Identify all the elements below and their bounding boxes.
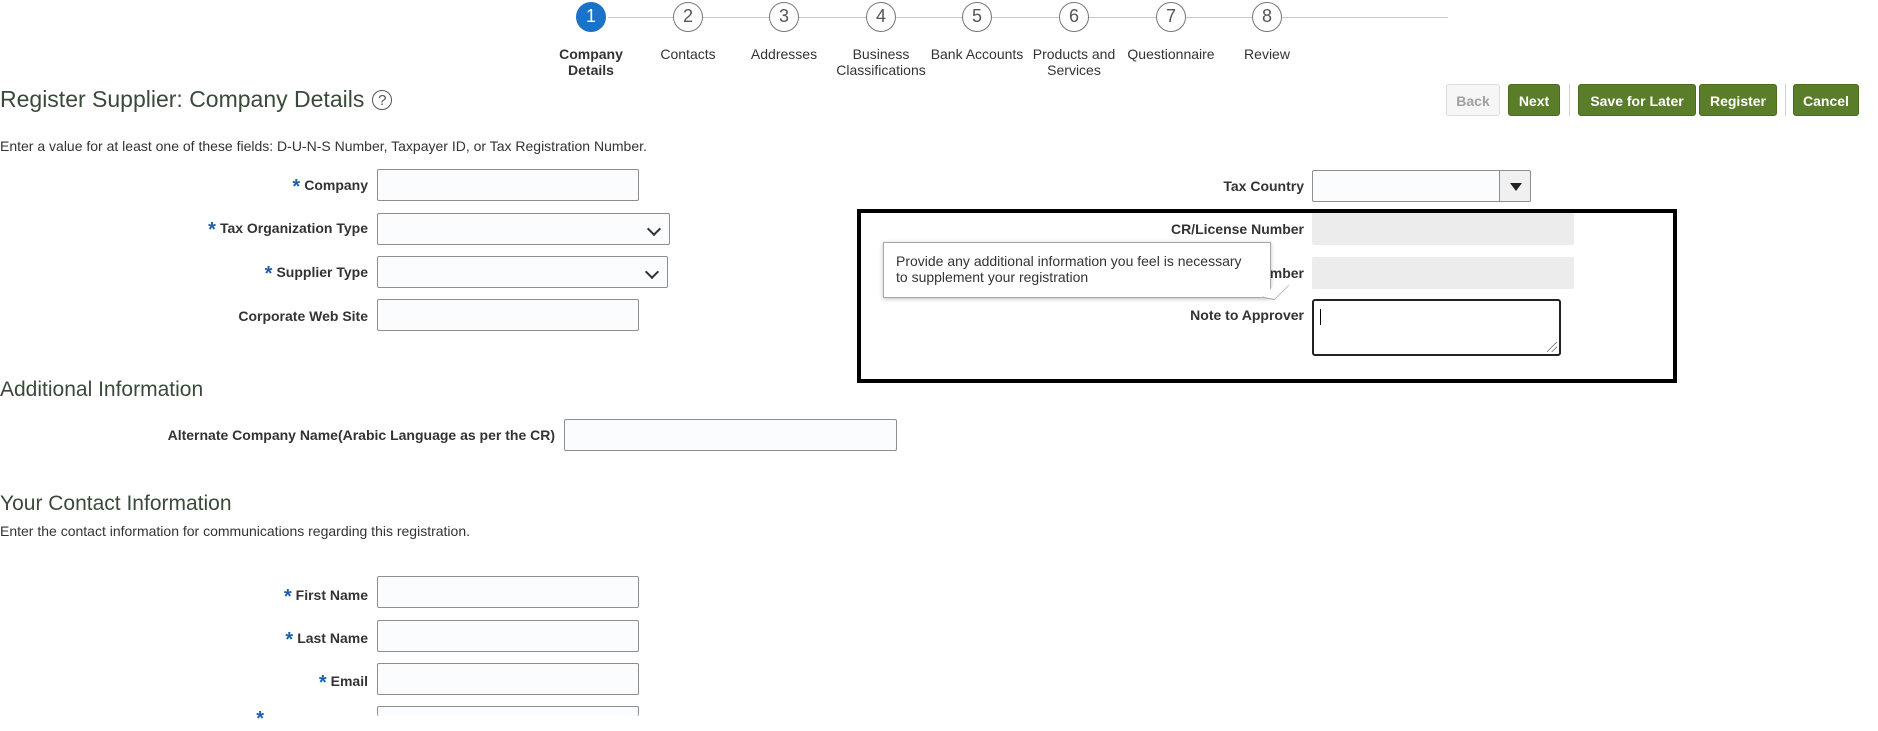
step-label: Products and Services [1032,46,1116,78]
number-label-fragment: mber [1269,265,1304,281]
supplier-type-select[interactable] [377,256,668,288]
email-label: * Email [318,672,368,694]
tax-country-dropdown-button[interactable] [1499,170,1531,202]
last-name-label: * Last Name [285,629,368,651]
tax-country-label: Tax Country [1223,178,1304,194]
train-step-business-classifications[interactable]: 4 Business Classifications [831,0,931,78]
toolbar-divider [1569,84,1570,116]
cancel-button[interactable]: Cancel [1793,84,1859,116]
alternate-company-name-input[interactable] [564,419,897,451]
chevron-down-icon [646,221,662,237]
required-marker: * [285,629,294,651]
tax-organization-type-select[interactable] [377,213,670,245]
train-step-company-details[interactable]: 1 Company Details [541,0,641,78]
tax-country-input[interactable] [1312,170,1500,202]
email-input[interactable] [377,663,639,695]
required-marker: * [264,263,273,285]
save-for-later-button[interactable]: Save for Later [1578,84,1696,116]
next-field-input-cutoff[interactable] [377,706,639,716]
step-label: Questionnaire [1127,46,1215,62]
train-step-addresses[interactable]: 3 Addresses [734,0,834,62]
toolbar-divider [1785,84,1786,116]
instruction-text: Enter a value for at least one of these … [0,138,647,154]
note-to-approver-label: Note to Approver [1190,307,1304,323]
required-marker: * [283,586,292,608]
resize-grip-icon[interactable] [1547,342,1557,352]
step-number: 2 [673,2,703,32]
train-step-products-services[interactable]: 6 Products and Services [1024,0,1124,78]
train-step-review[interactable]: 8 Review [1217,0,1317,62]
chevron-down-icon [644,264,660,280]
step-label: Review [1244,46,1290,62]
number-field [1312,257,1574,289]
tooltip-line-1: Provide any additional information you f… [896,253,1242,269]
train-step-bank-accounts[interactable]: 5 Bank Accounts [927,0,1027,62]
step-number: 3 [769,2,799,32]
step-number: 5 [962,2,992,32]
step-label: Contacts [660,46,716,62]
required-marker: * [256,708,264,730]
step-number: 6 [1059,2,1089,32]
train-step-contacts[interactable]: 2 Contacts [638,0,738,62]
contact-information-heading: Your Contact Information [0,492,232,515]
step-number: 7 [1156,2,1186,32]
contact-instruction-text: Enter the contact information for commun… [0,523,471,539]
first-name-input[interactable] [377,576,639,608]
back-button[interactable]: Back [1446,84,1500,116]
text-caret [1320,309,1321,325]
supplier-type-label: * Supplier Type [264,263,368,285]
required-marker: * [292,176,301,198]
step-label: Addresses [750,46,818,62]
corporate-web-site-label: Corporate Web Site [238,308,368,324]
first-name-label: * First Name [283,586,368,608]
required-marker: * [208,219,216,241]
note-tooltip: Provide any additional information you f… [883,242,1271,298]
cr-license-number-label: CR/License Number [1170,221,1304,237]
tax-organization-type-label: * Tax Organization Type [208,219,368,241]
help-icon[interactable]: ? [372,90,393,110]
tooltip-line-2: to supplement your registration [896,269,1089,285]
step-label: Company Details [559,46,623,78]
additional-information-heading: Additional Information [0,378,204,401]
note-to-approver-textarea[interactable] [1312,299,1561,356]
company-label: * Company [292,176,368,198]
next-button[interactable]: Next [1508,84,1560,116]
step-label: Business Classifications [836,46,926,78]
company-input[interactable] [377,169,639,201]
next-field-label-cutoff: * [256,708,268,731]
last-name-input[interactable] [377,620,639,652]
page-title-text: Register Supplier: Company Details [0,86,365,112]
cr-license-number-field [1312,213,1574,245]
corporate-web-site-input[interactable] [377,299,639,331]
page-title: Register Supplier: Company Details? [0,86,393,113]
step-number: 4 [866,2,896,32]
step-number: 8 [1252,2,1282,32]
required-marker: * [318,672,327,694]
dropdown-triangle-icon [1510,183,1522,191]
train-step-questionnaire[interactable]: 7 Questionnaire [1121,0,1221,62]
step-number: 1 [576,2,606,32]
step-label: Bank Accounts [930,46,1024,62]
register-button[interactable]: Register [1699,84,1777,116]
alternate-company-name-label: Alternate Company Name(Arabic Language a… [167,427,555,443]
